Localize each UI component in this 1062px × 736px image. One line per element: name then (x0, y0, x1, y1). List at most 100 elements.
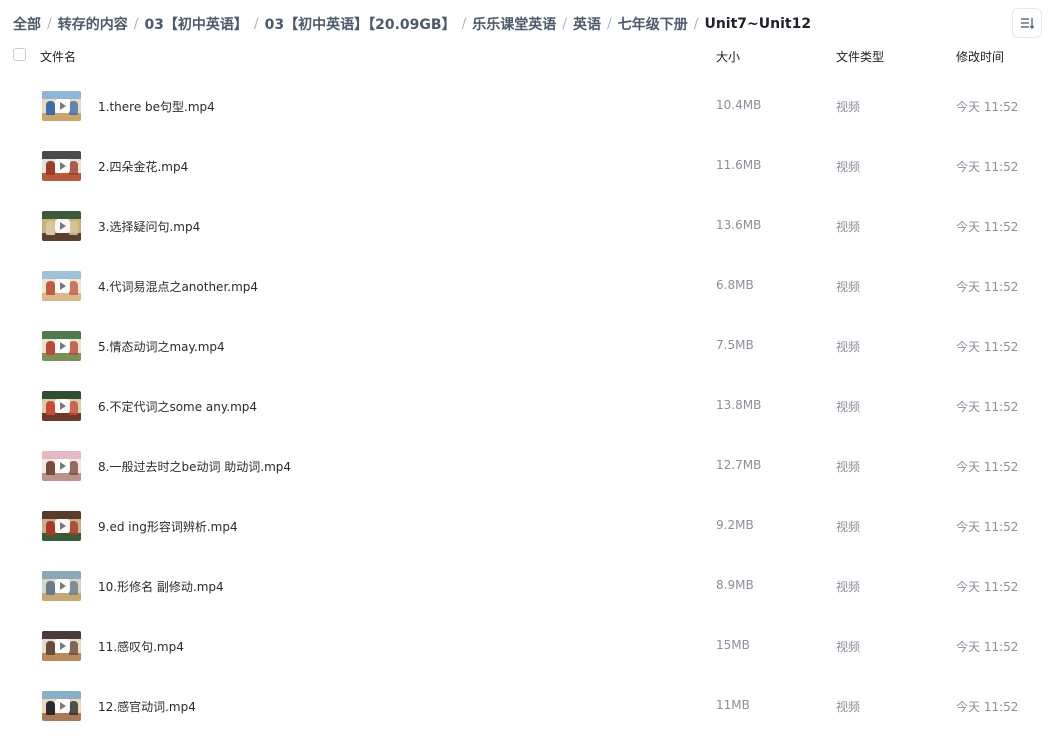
video-thumbnail (42, 271, 81, 301)
file-row[interactable]: 8.一般过去时之be动词 助动词.mp4 12.7MB 视频 今天 11:52 (0, 436, 1062, 496)
file-modified-time: 今天 11:52 (956, 160, 1019, 174)
breadcrumb: 全部 / 转存的内容 / 03【初中英语】 / 03【初中英语】【20.09GB】 / 乐乐课堂… (13, 13, 811, 35)
breadcrumb-link[interactable]: 七年级下册 (618, 14, 688, 34)
file-row[interactable]: 4.代词易混点之another.mp4 6.8MB 视频 今天 11:52 (0, 256, 1062, 316)
play-icon (55, 339, 70, 353)
play-icon (55, 459, 70, 473)
file-name: 6.不定代词之some any.mp4 (98, 400, 258, 414)
breadcrumb-link[interactable]: 乐乐课堂英语 (472, 14, 556, 34)
file-modified-time: 今天 11:52 (956, 280, 1019, 294)
file-row[interactable]: 12.感官动词.mp4 11MB 视频 今天 11:52 (0, 676, 1062, 736)
breadcrumb-link[interactable]: 英语 (573, 14, 601, 34)
file-size: 13.6MB (716, 218, 762, 232)
file-row[interactable]: 10.形修名 副修动.mp4 8.9MB 视频 今天 11:52 (0, 556, 1062, 616)
play-icon (55, 639, 70, 653)
column-header-modified[interactable]: 修改时间 (956, 48, 1004, 65)
video-thumbnail (42, 151, 81, 181)
file-modified-time: 今天 11:52 (956, 460, 1019, 474)
file-type: 视频 (836, 280, 861, 294)
play-icon (55, 219, 70, 233)
video-thumbnail (42, 211, 81, 241)
file-name: 12.感官动词.mp4 (98, 700, 196, 714)
file-type: 视频 (836, 100, 861, 114)
play-icon (55, 279, 70, 293)
breadcrumb-separator: / (461, 16, 467, 32)
file-modified-time: 今天 11:52 (956, 520, 1019, 534)
breadcrumb-current: Unit7~Unit12 (704, 16, 812, 32)
play-icon (55, 699, 70, 713)
breadcrumb-link[interactable]: 转存的内容 (58, 14, 128, 34)
breadcrumb-link[interactable]: 全部 (13, 14, 41, 34)
file-row[interactable]: 1.there be句型.mp4 10.4MB 视频 今天 11:52 (0, 76, 1062, 136)
file-size: 10.4MB (716, 98, 762, 112)
file-row[interactable]: 3.选择疑问句.mp4 13.6MB 视频 今天 11:52 (0, 196, 1062, 256)
file-list-header: 文件名 大小 文件类型 修改时间 (0, 44, 1062, 68)
file-type: 视频 (836, 220, 861, 234)
play-icon (55, 399, 70, 413)
file-size: 11.6MB (716, 158, 762, 172)
file-row[interactable]: 5.情态动词之may.mp4 7.5MB 视频 今天 11:52 (0, 316, 1062, 376)
breadcrumb-link[interactable]: 03【初中英语】【20.09GB】 (265, 14, 456, 34)
file-type: 视频 (836, 580, 861, 594)
file-type: 视频 (836, 400, 861, 414)
file-name: 3.选择疑问句.mp4 (98, 220, 201, 234)
file-size: 9.2MB (716, 518, 754, 532)
play-icon (55, 99, 70, 113)
file-name: 8.一般过去时之be动词 助动词.mp4 (98, 460, 292, 474)
column-header-type[interactable]: 文件类型 (836, 48, 884, 65)
file-name: 4.代词易混点之another.mp4 (98, 280, 259, 294)
file-name: 2.四朵金花.mp4 (98, 160, 189, 174)
file-modified-time: 今天 11:52 (956, 340, 1019, 354)
video-thumbnail (42, 331, 81, 361)
file-row[interactable]: 2.四朵金花.mp4 11.6MB 视频 今天 11:52 (0, 136, 1062, 196)
file-size: 7.5MB (716, 338, 754, 352)
file-list: 1.there be句型.mp4 10.4MB 视频 今天 11:52 2.四朵金花.m… (0, 76, 1062, 736)
file-row[interactable]: 9.ed ing形容词辨析.mp4 9.2MB 视频 今天 11:52 (0, 496, 1062, 556)
file-type: 视频 (836, 520, 861, 534)
breadcrumb-separator: / (693, 16, 699, 32)
sort-list-icon (1021, 18, 1034, 29)
file-size: 12.7MB (716, 458, 762, 472)
breadcrumb-separator: / (133, 16, 139, 32)
file-modified-time: 今天 11:52 (956, 100, 1019, 114)
file-size: 8.9MB (716, 578, 754, 592)
video-thumbnail (42, 511, 81, 541)
file-type: 视频 (836, 640, 861, 654)
sort-button[interactable] (1012, 8, 1042, 38)
file-size: 11MB (716, 698, 750, 712)
file-type: 视频 (836, 700, 861, 714)
video-thumbnail (42, 451, 81, 481)
video-thumbnail (42, 691, 81, 721)
breadcrumb-separator: / (607, 16, 612, 32)
file-type: 视频 (836, 160, 861, 174)
video-thumbnail (42, 631, 81, 661)
breadcrumb-separator: / (253, 16, 259, 32)
file-name: 11.感叹句.mp4 (98, 640, 184, 654)
file-modified-time: 今天 11:52 (956, 220, 1019, 234)
column-header-size[interactable]: 大小 (716, 48, 740, 65)
breadcrumb-separator: / (562, 16, 568, 32)
file-row[interactable]: 11.感叹句.mp4 15MB 视频 今天 11:52 (0, 616, 1062, 676)
play-icon (55, 519, 70, 533)
file-type: 视频 (836, 460, 861, 474)
file-name: 1.there be句型.mp4 (98, 100, 215, 114)
file-row[interactable]: 6.不定代词之some any.mp4 13.8MB 视频 今天 11:52 (0, 376, 1062, 436)
file-name: 5.情态动词之may.mp4 (98, 340, 225, 354)
file-name: 9.ed ing形容词辨析.mp4 (98, 520, 238, 534)
file-modified-time: 今天 11:52 (956, 400, 1019, 414)
video-thumbnail (42, 391, 81, 421)
file-size: 6.8MB (716, 278, 754, 292)
video-thumbnail (42, 91, 81, 121)
play-icon (55, 159, 70, 173)
play-icon (55, 579, 70, 593)
video-thumbnail (42, 571, 81, 601)
breadcrumb-link[interactable]: 03【初中英语】 (144, 14, 247, 34)
file-modified-time: 今天 11:52 (956, 700, 1019, 714)
column-header-name[interactable]: 文件名 (40, 48, 76, 65)
file-name: 10.形修名 副修动.mp4 (98, 580, 224, 594)
file-size: 15MB (716, 638, 750, 652)
select-all-checkbox[interactable] (13, 48, 26, 61)
breadcrumb-separator: / (47, 16, 52, 32)
file-type: 视频 (836, 340, 861, 354)
file-modified-time: 今天 11:52 (956, 580, 1019, 594)
